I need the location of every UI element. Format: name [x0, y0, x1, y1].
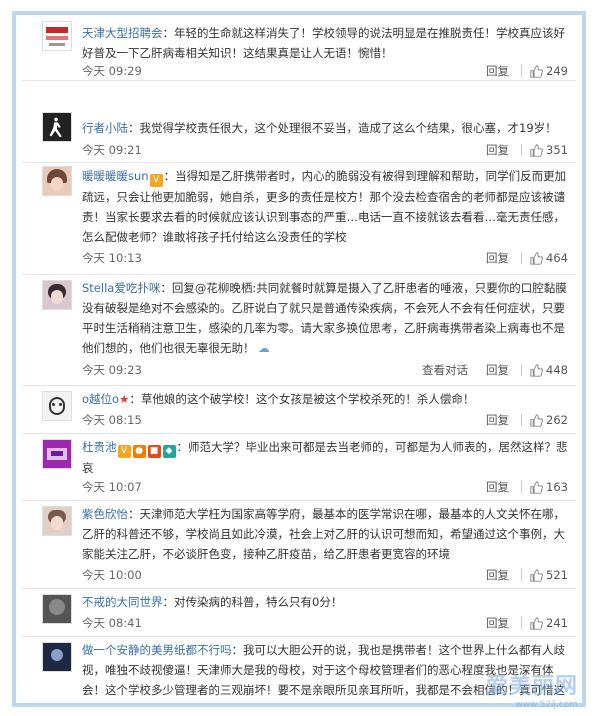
- comment-username[interactable]: 杜贵池: [82, 440, 117, 454]
- comment-username[interactable]: Stella爱吃扑咪: [82, 281, 160, 295]
- like-button[interactable]: 464: [530, 249, 568, 267]
- comment-username[interactable]: 紫色欣怡: [82, 507, 128, 521]
- avatar[interactable]: [42, 594, 72, 624]
- like-button[interactable]: 249: [530, 62, 568, 80]
- comment-text: ：我觉得学校责任很大，这个处理很不妥当，造成了这么个结果，很心塞，才19岁！: [128, 121, 557, 135]
- vip-badge-icon: V: [117, 445, 131, 458]
- watermark-text: 爱美丽网: [485, 674, 578, 699]
- comment-username[interactable]: 不戒的大同世界: [82, 595, 163, 609]
- reply-button[interactable]: 回复: [486, 249, 509, 267]
- like-count: 351: [546, 143, 568, 157]
- like-button[interactable]: 163: [530, 478, 568, 496]
- comment-text: ：天津师范大学枉为国家高等学府，最基本的医学常识在哪，最基本的人文关怀在哪，乙肝…: [82, 507, 565, 561]
- comment-item: 暖暖暖暖sun V ：当得知是乙肝携带者时，内心的脆弱没有被得到理解和帮助，同学们反…: [22, 162, 576, 275]
- divider: [521, 569, 523, 581]
- comment-item: 行者小陆：我觉得学校责任很大，这个处理很不妥当，造成了这么个结果，很心塞，才19…: [22, 80, 576, 163]
- watermark-url: www.52ij.com: [515, 700, 578, 710]
- like-count: 464: [546, 251, 568, 265]
- comment-username[interactable]: 暖暖暖暖sun: [82, 169, 149, 183]
- thumbs-up-icon: [530, 251, 543, 265]
- avatar[interactable]: [42, 391, 72, 421]
- comment-time: 今天 08:15: [82, 413, 142, 427]
- reply-button[interactable]: 回复: [486, 411, 509, 429]
- thumbs-up-icon: [530, 413, 543, 427]
- jordan-logo-icon: [49, 117, 62, 138]
- reply-button[interactable]: 回复: [486, 614, 509, 632]
- like-button[interactable]: 521: [530, 566, 568, 584]
- comment-item: o越位o★：草他娘的这个破学校！这个女孩是被这个学校杀死的！杀人偿命！ 今天 0…: [22, 385, 576, 434]
- like-count: 448: [546, 363, 568, 377]
- comment-text: ：对传染病的科普，特么只有0分！: [162, 595, 343, 609]
- avatar[interactable]: [42, 280, 72, 310]
- comment-list-frame: 天津大型招聘会：年轻的生命就这样消失了！学校领导的说法明显是在推脱责任！学校真应…: [12, 11, 586, 707]
- comment-username[interactable]: 天津大型招聘会: [82, 26, 163, 40]
- divider: [521, 252, 523, 264]
- thumbs-up-icon: [530, 143, 543, 157]
- comment-time: 今天 09:29: [82, 64, 142, 78]
- avatar[interactable]: [42, 642, 72, 672]
- reply-button[interactable]: 回复: [486, 566, 509, 584]
- divider: [521, 364, 523, 376]
- like-count: 163: [546, 480, 568, 494]
- emoji-icon: ☁: [258, 341, 270, 355]
- reply-button[interactable]: 回复: [486, 361, 509, 379]
- comment-item: 杜贵池 V ● ■ ◆ ：师范大学？毕业出来可都是去当老师的，可都是为人师表的，居然这样？…: [22, 433, 576, 501]
- comment-username[interactable]: o越位o: [82, 392, 119, 406]
- avatar[interactable]: [42, 21, 72, 51]
- site-watermark: 爱美丽网 www.52ij.com: [486, 668, 578, 710]
- comment-time: 今天 10:13: [82, 251, 142, 265]
- thumbs-up-icon: [530, 363, 543, 377]
- comment-time: 今天 10:00: [82, 568, 142, 582]
- star-badge-icon: ★: [119, 392, 130, 406]
- comment-time: 今天 09:23: [82, 363, 142, 377]
- level-badge-icon: ■: [147, 445, 161, 458]
- comment-time: 今天 10:07: [82, 480, 142, 494]
- divider: [521, 65, 523, 77]
- like-button[interactable]: 448: [530, 361, 568, 379]
- divider: [521, 481, 523, 493]
- thumbs-up-icon: [530, 480, 543, 494]
- comment-item: 天津大型招聘会：年轻的生命就这样消失了！学校领导的说法明显是在推脱责任！学校真应…: [22, 17, 576, 81]
- reply-button[interactable]: 回复: [486, 478, 509, 496]
- comment-list: 天津大型招聘会：年轻的生命就这样消失了！学校领导的说法明显是在推脱责任！学校真应…: [22, 17, 576, 703]
- comment-username[interactable]: 做一个安静的美男纸都不行吗: [82, 643, 232, 657]
- like-count: 241: [546, 616, 568, 630]
- thumbs-up-icon: [530, 568, 543, 582]
- view-conversation-link[interactable]: 查看对话: [422, 361, 468, 379]
- like-button[interactable]: 262: [530, 411, 568, 429]
- like-button[interactable]: 351: [530, 141, 568, 159]
- divider: [521, 144, 523, 156]
- avatar[interactable]: [42, 506, 72, 536]
- avatar[interactable]: [42, 166, 72, 196]
- member-badge-icon: ●: [132, 445, 146, 458]
- comment-item: 不戒的大同世界：对传染病的科普，特么只有0分！ 今天 08:41 回复 241: [22, 588, 576, 637]
- reply-button[interactable]: 回复: [486, 62, 509, 80]
- reply-button[interactable]: 回复: [486, 141, 509, 159]
- service-badge-icon: ◆: [162, 445, 176, 458]
- like-button[interactable]: 241: [530, 614, 568, 632]
- comment-item: Stella爱吃扑咪：回复@花柳晚栖:共同就餐时就算是摄入了乙肝患者的唾液，只要…: [22, 274, 576, 386]
- thumbs-up-icon: [530, 616, 543, 630]
- comment-username[interactable]: 行者小陆: [82, 121, 128, 135]
- like-count: 262: [546, 413, 568, 427]
- like-count: 521: [546, 568, 568, 582]
- comment-time: 今天 08:41: [82, 616, 142, 630]
- vip-badge-icon: V: [149, 174, 163, 187]
- divider: [521, 617, 523, 629]
- divider: [521, 414, 523, 426]
- avatar[interactable]: [42, 112, 72, 142]
- comment-text: ：草他娘的这个破学校！这个女孩是被这个学校杀死的！杀人偿命！: [129, 392, 475, 406]
- comment-time: 今天 09:21: [82, 143, 142, 157]
- like-count: 249: [546, 64, 568, 78]
- thumbs-up-icon: [530, 64, 543, 78]
- comment-item: 紫色欣怡：天津师范大学枉为国家高等学府，最基本的医学常识在哪，最基本的人文关怀在…: [22, 500, 576, 589]
- avatar[interactable]: [42, 439, 72, 469]
